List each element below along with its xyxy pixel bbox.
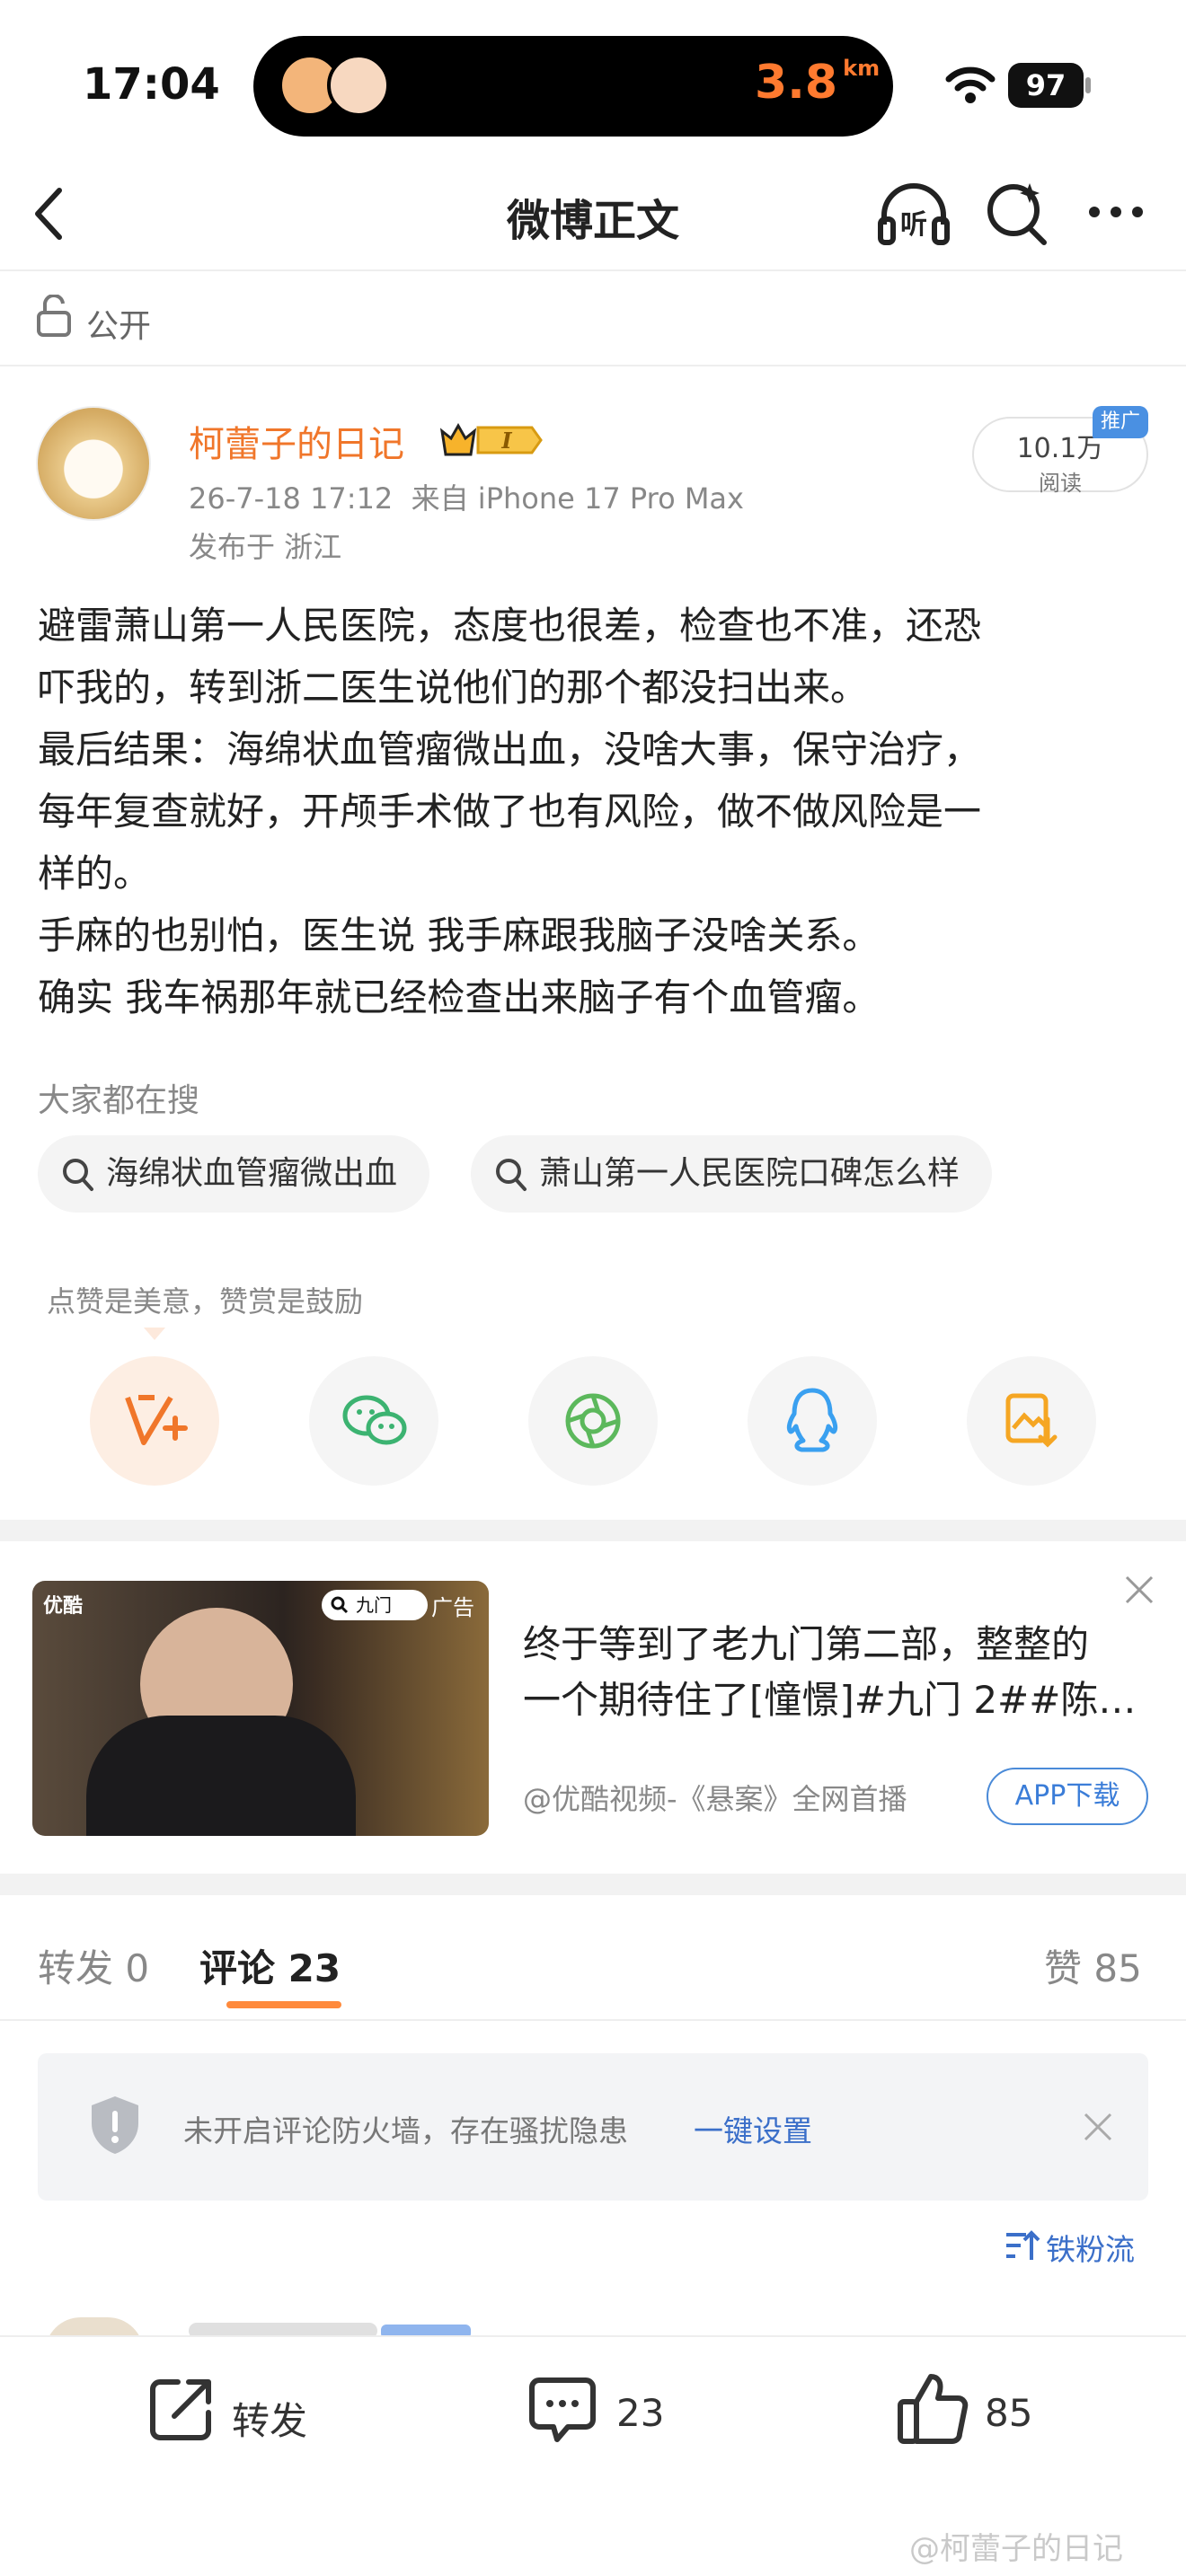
close-icon[interactable]	[1082, 2111, 1114, 2143]
post-location: 发布于 浙江	[189, 530, 342, 564]
watermark: @柯蕾子的日记	[909, 2531, 1123, 2567]
section-divider	[0, 1874, 1186, 1895]
post-date: 26-7-18 17:12	[189, 481, 394, 516]
tab-repost[interactable]: 转发 0	[38, 1938, 149, 1993]
post-line: 每年复查就好，开颅手术做了也有风险，做不做风险是一	[38, 790, 982, 834]
share-qq-button[interactable]	[748, 1356, 877, 1486]
ad-text-line: 终于等到了老九门第二部，整整的	[523, 1622, 1090, 1666]
author-avatar[interactable]	[36, 406, 151, 521]
reward-hint: 点赞是美意，赞赏是鼓励	[47, 1284, 364, 1319]
ad-thumbnail-figure	[86, 1716, 356, 1836]
shield-icon	[92, 2096, 138, 2154]
unlock-icon	[37, 295, 71, 337]
promo-tag: 推广	[1093, 406, 1148, 438]
firewall-setup-link[interactable]: 一键设置	[694, 2107, 812, 2150]
ad-thumb-tag: 广告	[431, 1595, 474, 1620]
like-count[interactable]: 85	[985, 2391, 1032, 2435]
tab-divider	[0, 2019, 1186, 2021]
battery-cap	[1085, 77, 1091, 93]
ad-thumb-search: 九门	[322, 1590, 428, 1620]
tab-likes[interactable]: 赞 85	[1044, 1938, 1142, 1993]
badge-level: I	[500, 428, 512, 454]
ad-text-line: 一个期待住了[憧憬]#九门 2##陈…	[523, 1678, 1137, 1722]
search-sparkle-icon[interactable]	[985, 180, 1049, 246]
post-date-source: 26-7-18 17:12 来自 iPhone 17 Pro Max	[189, 476, 744, 517]
post-body: 避雷萧山第一人民医院，态度也很差，检查也不准，还恐 吓我的，转到浙二医生说他们的…	[38, 595, 1161, 1028]
sort-icon[interactable]	[1005, 2228, 1040, 2263]
repost-label[interactable]: 转发	[232, 2391, 307, 2446]
ad-thumb-search-text: 九门	[356, 1594, 392, 1616]
share-moments-button[interactable]	[528, 1356, 658, 1486]
search-icon	[63, 1159, 93, 1191]
battery-indicator: 97	[1008, 63, 1084, 108]
share-wechat-button[interactable]	[309, 1356, 438, 1486]
listen-icon[interactable]: 听	[877, 180, 951, 248]
comment-icon[interactable]	[527, 2375, 598, 2447]
post-line: 吓我的，转到浙二医生说他们的那个都没扫出来。	[38, 666, 869, 710]
more-icon[interactable]	[1087, 205, 1145, 219]
distance-unit: km	[843, 56, 881, 81]
reads-label: 阅读	[1039, 471, 1082, 496]
trending-chip[interactable]: 海绵状血管瘤微出血	[38, 1135, 430, 1213]
trending-chip-label: 萧山第一人民医院口碑怎么样	[539, 1155, 960, 1192]
svg-text:听: 听	[900, 209, 927, 241]
save-image-icon	[1005, 1393, 1058, 1448]
nav-divider	[0, 269, 1186, 271]
ad-thumb-brand: 优酷	[43, 1595, 84, 1618]
search-icon	[331, 1596, 349, 1614]
moments-icon	[565, 1393, 621, 1449]
reward-icon	[125, 1395, 188, 1445]
qq-icon	[786, 1388, 838, 1452]
active-tab-indicator	[226, 2001, 341, 2008]
firewall-text: 未开启评论防火墙，存在骚扰隐患	[183, 2113, 628, 2148]
reward-button[interactable]	[90, 1356, 219, 1486]
sort-option[interactable]: 铁粉流	[1046, 2226, 1135, 2269]
hint-pointer	[144, 1328, 165, 1340]
ad-thumbnail[interactable]: 优酷 九门 广告	[32, 1581, 489, 1836]
post-line: 样的。	[38, 851, 152, 895]
app-download-button[interactable]: APP下载	[987, 1768, 1148, 1825]
author-name[interactable]: 柯蕾子的日记	[189, 415, 404, 467]
membership-badge-icon[interactable]: I	[438, 419, 546, 462]
distance-value: 3.8	[755, 56, 838, 110]
close-icon[interactable]	[1123, 1574, 1155, 1606]
visibility-label: 公开	[86, 308, 152, 345]
ad-source: @优酷视频-《悬案》全网首播	[523, 1782, 907, 1816]
post-line: 确实 我车祸那年就已经检查出来脑子有个血管瘤。	[38, 975, 881, 1019]
like-icon[interactable]	[897, 2371, 969, 2447]
trending-chip[interactable]: 萧山第一人民医院口碑怎么样	[471, 1135, 993, 1213]
post-line: 手麻的也别怕，医生说 我手麻跟我脑子没啥关系。	[38, 913, 881, 957]
status-time: 17:04	[83, 59, 220, 110]
search-icon	[496, 1159, 527, 1191]
post-source: 来自 iPhone 17 Pro Max	[411, 481, 744, 516]
repost-icon[interactable]	[147, 2375, 216, 2443]
wechat-icon	[342, 1395, 407, 1445]
tab-comments[interactable]: 评论 23	[199, 1938, 341, 1993]
trending-chip-label: 海绵状血管瘤微出血	[106, 1155, 398, 1192]
visibility-divider	[0, 365, 1186, 366]
trending-label: 大家都在搜	[38, 1082, 200, 1119]
distance-readout: 3.8 km	[755, 56, 880, 110]
section-divider	[0, 1520, 1186, 1541]
ad-text[interactable]: 终于等到了老九门第二部，整整的 一个期待住了[憧憬]#九门 2##陈…	[523, 1617, 1152, 1728]
comment-count[interactable]: 23	[616, 2391, 664, 2435]
wifi-icon	[945, 66, 996, 103]
post-line: 避雷萧山第一人民医院，态度也很差，检查也不准，还恐	[38, 604, 982, 648]
save-image-button[interactable]	[967, 1356, 1096, 1486]
post-line: 最后结果：海绵状血管瘤微出血，没啥大事，保守治疗，	[38, 728, 982, 772]
live-activity-avatar-2	[327, 54, 390, 117]
